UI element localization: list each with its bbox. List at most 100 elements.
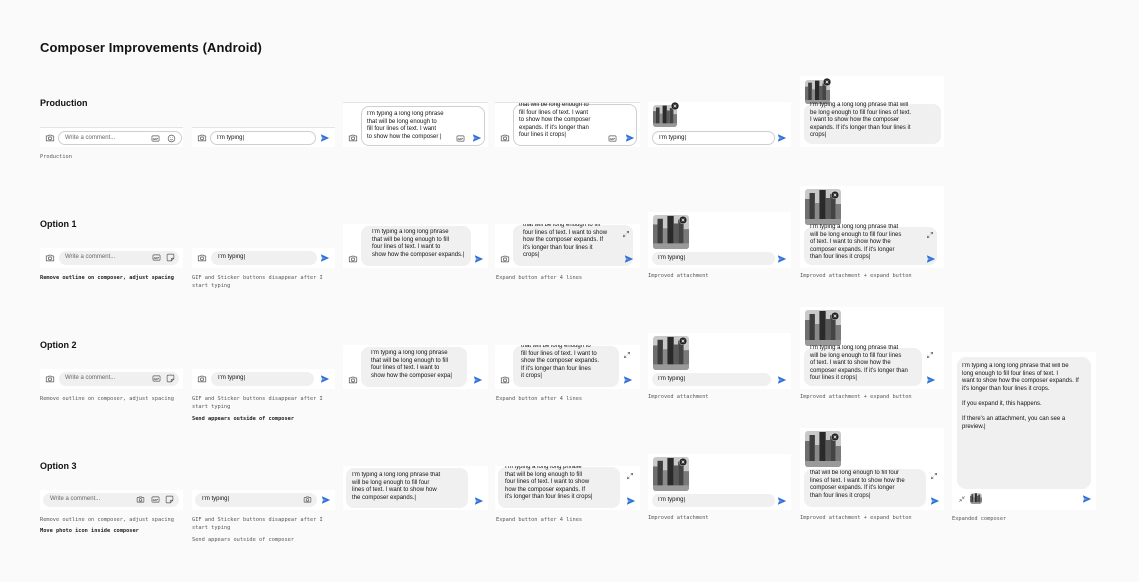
expand-icon[interactable] [626,472,634,480]
comment-input[interactable]: I'm typing| [652,252,775,265]
send-icon[interactable] [320,253,330,263]
send-icon[interactable] [1082,494,1092,504]
caption-option2-remove-outline: Remove outline on composer, adjust spaci… [40,396,174,402]
comment-input[interactable]: I'm typing| [211,372,314,386]
close-icon[interactable] [831,312,839,320]
camera-icon[interactable] [136,495,145,504]
composer-option3-3lines: I'm typing a long long phrase that will … [343,466,488,510]
comment-input[interactable]: Write a comment... GIF [58,131,182,145]
comment-input[interactable]: that will be long enough to fill four li… [513,224,633,266]
send-icon[interactable] [472,133,482,143]
send-icon[interactable] [473,375,483,385]
send-icon[interactable] [474,254,484,264]
close-icon[interactable] [831,433,839,441]
close-icon[interactable] [671,102,679,110]
send-icon[interactable] [926,375,936,385]
camera-icon[interactable] [197,133,207,143]
sticker-icon[interactable] [166,253,175,262]
sticker-icon[interactable] [165,495,174,504]
comment-input[interactable]: I'm typing a long long phrase that will … [361,106,485,146]
camera-icon[interactable] [500,254,510,264]
comment-input[interactable]: I'm typing| [652,373,771,386]
composer-option2-scroll: that will be long enough to fill four li… [495,345,640,389]
comment-input[interactable]: I'm typing| [211,251,317,265]
comment-input[interactable]: I'm typing a long long phrase that will … [804,345,922,386]
composer-production-attachment-full: I'm typing a long long phrase that will … [800,76,944,147]
camera-icon[interactable] [348,133,358,143]
camera-icon[interactable] [197,253,207,263]
svg-text:GIF: GIF [153,137,159,141]
sticker-icon[interactable] [166,374,175,383]
comment-input[interactable]: I'm typing a long long phrase that will … [804,102,941,144]
send-icon[interactable] [777,496,787,506]
comment-placeholder: Write a comment... [65,375,116,381]
expand-icon[interactable] [930,472,938,480]
comment-input[interactable]: I'm typing a long long phrase that will … [361,226,471,266]
camera-icon[interactable] [45,253,55,263]
camera-icon[interactable] [45,133,55,143]
send-icon[interactable] [623,375,633,385]
close-icon[interactable] [831,191,839,199]
comment-input[interactable]: that will be long enough to fill four li… [513,345,619,387]
camera-icon[interactable] [303,495,312,504]
comment-text: I'm typing a long long phrase that will … [367,111,444,140]
close-icon[interactable] [823,78,831,86]
gif-icon[interactable]: GIF [456,134,465,143]
gif-icon[interactable]: GIF [151,495,160,504]
composer-production-scroll: that will be long enough to fill four li… [495,102,640,147]
close-icon[interactable] [679,337,687,345]
camera-icon[interactable] [45,374,55,384]
attachment-preview[interactable] [970,493,982,504]
comment-input[interactable]: I'm typing a long long phrase that will … [361,347,467,387]
camera-icon[interactable] [348,375,358,385]
send-icon[interactable] [321,495,331,505]
collapse-icon[interactable] [958,495,966,503]
gif-icon[interactable]: GIF [152,374,161,383]
close-icon[interactable] [679,458,687,466]
comment-text: that will be long enough to fill four li… [519,102,591,139]
comment-input[interactable]: Write a comment... GIF [59,251,179,265]
camera-icon[interactable] [197,374,207,384]
comment-input[interactable]: I'm typing| [652,131,775,145]
composer-production-attachment: I'm typing| [648,102,791,147]
send-icon[interactable] [777,133,787,143]
comment-input[interactable]: I'm typing a long long phrase that will … [957,357,1091,489]
composer-option2-empty: Write a comment... GIF [40,369,183,389]
svg-text:GIF: GIF [154,377,160,381]
comment-input[interactable]: I'm typing a long long phrase that will … [804,224,937,265]
camera-icon[interactable] [500,133,510,143]
page-title: Composer Improvements (Android) [40,40,262,55]
comment-input[interactable]: that will be long enough to fill four li… [513,102,637,146]
send-icon[interactable] [320,133,330,143]
smiley-icon[interactable] [167,134,176,143]
send-icon[interactable] [777,254,787,264]
expand-icon[interactable] [622,230,630,238]
caption-option1-improved-expand: Improved attachment + expand button [800,273,912,279]
send-icon[interactable] [625,133,635,143]
comment-input[interactable]: I'm typing| [210,131,316,145]
expand-icon[interactable] [926,351,934,359]
close-icon[interactable] [679,216,687,224]
comment-input[interactable]: I'm typing a long long phrase that will … [346,468,468,508]
send-icon[interactable] [930,496,940,506]
send-icon[interactable] [474,496,484,506]
camera-icon[interactable] [348,254,358,264]
comment-input[interactable]: Write a comment... GIF [59,372,179,386]
comment-input[interactable]: I'm typing| [195,493,317,507]
comment-input[interactable]: that will be long enough to fill four li… [804,469,926,507]
send-icon[interactable] [777,375,787,385]
gif-icon[interactable]: GIF [151,134,160,143]
send-icon[interactable] [320,374,330,384]
expand-icon[interactable] [926,231,934,239]
gif-icon[interactable]: GIF [152,253,161,262]
expand-icon[interactable] [623,351,631,359]
comment-input[interactable]: Write a comment... GIF [43,493,179,507]
comment-text: I'm typing a long long phrase that will … [810,102,912,139]
send-icon[interactable] [626,496,636,506]
camera-icon[interactable] [500,375,510,385]
send-icon[interactable] [926,254,936,264]
gif-icon[interactable]: GIF [608,134,617,143]
send-icon[interactable] [624,254,634,264]
comment-input[interactable]: I'm typing| [652,494,775,507]
comment-input[interactable]: I'm typing a long long phrase that will … [498,466,620,508]
